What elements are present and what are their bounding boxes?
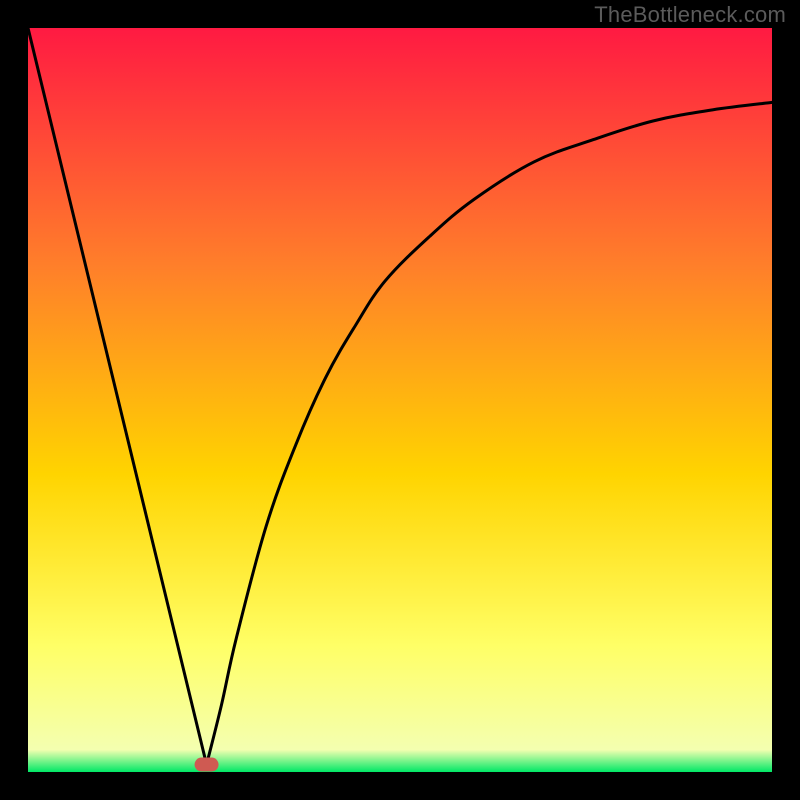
minimum-marker [195,758,219,772]
bottleneck-chart [0,0,800,800]
chart-container: { "watermark": "TheBottleneck.com", "cha… [0,0,800,800]
plot-area [28,28,772,772]
watermark-text: TheBottleneck.com [594,2,786,28]
